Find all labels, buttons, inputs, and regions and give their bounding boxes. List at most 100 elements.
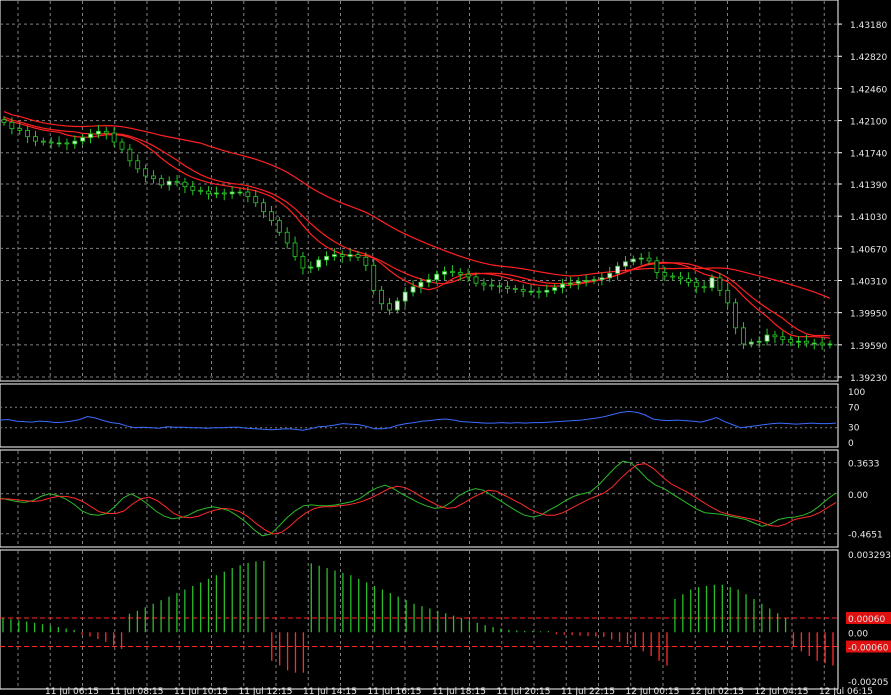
- candle: [355, 254, 361, 258]
- candle: [583, 280, 589, 282]
- oscillator-main-line: [0, 460, 837, 537]
- price-axis: 1.43180 1.42820 1.42460 1.42100 1.41740 1.413…: [838, 21, 891, 688]
- candle: [206, 190, 211, 195]
- candle: [772, 334, 778, 338]
- candle: [615, 265, 620, 274]
- candle: [308, 266, 314, 269]
- time-tick-label: 11 Jul 16:15: [368, 687, 422, 695]
- candle: [489, 284, 495, 287]
- candle: [151, 175, 156, 180]
- candle: [166, 180, 172, 186]
- candle: [371, 264, 377, 291]
- panel-frame: [0, 0, 839, 382]
- candle: [654, 260, 660, 273]
- oscillator-panel[interactable]: [0, 460, 837, 537]
- candle: [292, 242, 298, 257]
- candle: [473, 276, 479, 284]
- candle: [662, 272, 668, 277]
- price-tick-label: 1.40310: [850, 278, 887, 288]
- time-tick-label: 11 Jul 12:15: [239, 687, 293, 695]
- candle: [449, 271, 455, 273]
- price-tick-label: 1.39950: [850, 310, 887, 320]
- price-tick-label: 1.42820: [850, 53, 887, 63]
- candle: [33, 136, 38, 142]
- candle: [190, 186, 196, 191]
- candle: [741, 327, 746, 345]
- candle: [434, 273, 440, 281]
- price-tick-label: 1.43180: [850, 21, 887, 31]
- candle: [135, 160, 141, 170]
- price-tick-label: 1.39230: [850, 374, 887, 384]
- price-tick-label: 1.41740: [850, 150, 887, 160]
- candle: [96, 130, 101, 135]
- price-panel[interactable]: [1, 111, 833, 350]
- candle: [261, 202, 267, 213]
- candle: [599, 277, 605, 281]
- candle: [119, 141, 125, 150]
- candle: [670, 275, 676, 278]
- candle: [811, 342, 817, 345]
- time-tick-label: 11 Jul 20:15: [497, 687, 551, 695]
- candle: [284, 231, 290, 244]
- candle: [497, 285, 503, 288]
- candle: [127, 148, 133, 162]
- rsi-tick-label: 0: [848, 439, 854, 449]
- candle: [686, 278, 691, 283]
- histogram-tick-label: 0.00: [848, 629, 868, 639]
- candle: [269, 211, 274, 222]
- candle: [481, 282, 487, 286]
- candle: [103, 130, 109, 134]
- candle: [300, 255, 306, 269]
- candle: [174, 180, 180, 183]
- candle: [780, 336, 786, 340]
- candle: [544, 289, 550, 293]
- candle: [819, 342, 825, 346]
- oscillator-tick-label: 0.3633: [848, 460, 880, 470]
- candle: [88, 133, 93, 138]
- candle: [237, 191, 243, 194]
- candle: [56, 142, 62, 145]
- time-tick-label: 11 Jul 22:15: [561, 687, 615, 695]
- candle: [253, 196, 259, 204]
- candle: [505, 286, 510, 289]
- price-tick-label: 1.39590: [850, 342, 887, 352]
- candle: [182, 181, 188, 188]
- candle: [213, 192, 219, 195]
- candle: [245, 191, 251, 197]
- candle: [733, 302, 738, 329]
- candle: [520, 289, 526, 292]
- candle: [72, 140, 78, 145]
- time-tick-label: 11 Jul 10:15: [174, 687, 228, 695]
- level-badge-label: -0.00060: [848, 644, 889, 654]
- candle: [316, 259, 322, 268]
- candle: [796, 340, 801, 343]
- candle: [324, 255, 329, 261]
- panel-frame: [0, 449, 839, 548]
- candle: [1, 119, 7, 123]
- candle: [646, 257, 652, 262]
- time-tick-label: 11 Jul 14:15: [303, 687, 357, 695]
- candle: [339, 254, 345, 257]
- candle: [575, 280, 581, 284]
- candle: [418, 281, 424, 288]
- candle: [552, 287, 558, 291]
- oscillator-tick-label: 0.00: [848, 491, 868, 501]
- oscillator-signal-line: [0, 463, 837, 535]
- candle: [64, 142, 70, 145]
- candle: [725, 289, 731, 304]
- histogram-panel[interactable]: [2, 560, 834, 673]
- candle: [788, 339, 794, 343]
- histogram-tick-label: 0.003293: [848, 551, 891, 561]
- candle: [804, 340, 809, 344]
- candle: [40, 140, 46, 143]
- candle: [756, 340, 762, 343]
- price-tick-label: 1.42100: [850, 118, 887, 128]
- candle: [748, 341, 754, 345]
- trading-chart[interactable]: 1.43180 1.42820 1.42460 1.42100 1.41740 1.413…: [0, 0, 891, 695]
- candle: [536, 290, 542, 293]
- candle: [221, 192, 227, 195]
- time-tick-label: 12 Jul 00:15: [626, 687, 680, 695]
- panel-frame: [0, 383, 839, 448]
- price-tick-label: 1.42460: [850, 85, 887, 95]
- candle: [426, 279, 432, 283]
